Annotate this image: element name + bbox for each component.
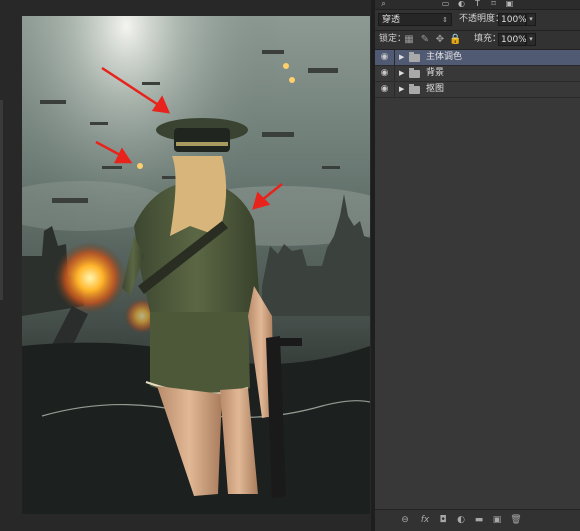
expand-triangle-icon[interactable]: ▶ bbox=[399, 50, 404, 65]
blend-mode-select[interactable]: 穿透 ⇕ bbox=[378, 13, 452, 26]
group-icon[interactable]: ▬ bbox=[473, 515, 485, 526]
type-filter-icon[interactable]: T bbox=[473, 0, 482, 8]
shape-filter-icon[interactable]: ⌑ bbox=[489, 0, 498, 8]
fill-label: 填充： bbox=[474, 34, 502, 44]
blend-opacity-row: 穿透 ⇕ 不透明度： 100% ▾ bbox=[375, 10, 580, 31]
document-canvas-area bbox=[0, 0, 371, 531]
smart-filter-icon[interactable]: ▣ bbox=[505, 0, 514, 8]
layer-row-group[interactable]: ◉ ▶ 抠图 bbox=[375, 82, 580, 98]
canvas-edge bbox=[0, 100, 3, 300]
panel-top-toolbar: ⌕ ▭ ◐ T ⌑ ▣ bbox=[375, 0, 580, 10]
layer-row-group[interactable]: ◉ ▶ 主体调色 bbox=[375, 50, 580, 66]
fx-icon[interactable]: fx bbox=[419, 515, 431, 526]
mask-icon[interactable]: ◘ bbox=[437, 515, 449, 526]
fill-input[interactable]: 100% bbox=[498, 33, 527, 46]
lock-position-icon[interactable]: ✥ bbox=[434, 34, 446, 46]
blend-mode-value: 穿透 bbox=[382, 15, 401, 25]
filter-kind-icon[interactable]: ⌕ bbox=[379, 0, 388, 8]
artwork-image[interactable] bbox=[22, 16, 370, 514]
opacity-dropdown-icon[interactable]: ▾ bbox=[526, 13, 536, 26]
layers-list: ◉ ▶ 主体调色 ◉ ▶ 背景 ◉ ▶ 抠图 bbox=[375, 50, 580, 510]
pixel-filter-icon[interactable]: ▭ bbox=[441, 0, 450, 8]
lock-all-icon[interactable]: 🔒 bbox=[449, 34, 461, 46]
lock-label: 锁定： bbox=[379, 34, 407, 44]
eye-icon[interactable]: ◉ bbox=[375, 50, 395, 65]
expand-triangle-icon[interactable]: ▶ bbox=[399, 82, 404, 97]
lock-fill-row: 锁定： ▦ ✎ ✥ 🔒 填充： 100% ▾ bbox=[375, 31, 580, 50]
layer-row-group[interactable]: ◉ ▶ 背景 bbox=[375, 66, 580, 82]
expand-triangle-icon[interactable]: ▶ bbox=[399, 66, 404, 81]
chevron-down-icon: ⇕ bbox=[442, 16, 448, 24]
adjustment-icon[interactable]: ◐ bbox=[455, 515, 467, 526]
folder-icon bbox=[409, 68, 420, 78]
layers-bottom-toolbar: ⊖ fx ◘ ◐ ▬ ▣ 🗑 bbox=[375, 509, 580, 531]
layers-panel: ⌕ ▭ ◐ T ⌑ ▣ 穿透 ⇕ 不透明度： 100% ▾ 锁定： ▦ ✎ ✥ … bbox=[375, 0, 580, 531]
link-icon[interactable]: ⊖ bbox=[399, 515, 411, 526]
eye-icon[interactable]: ◉ bbox=[375, 66, 395, 81]
folder-icon bbox=[409, 52, 420, 62]
folder-icon bbox=[409, 84, 420, 94]
artwork-illustration bbox=[22, 16, 370, 514]
lock-transparency-icon[interactable]: ▦ bbox=[403, 34, 415, 46]
layer-name: 抠图 bbox=[426, 84, 445, 94]
new-layer-icon[interactable]: ▣ bbox=[491, 515, 503, 526]
trash-icon[interactable]: 🗑 bbox=[510, 515, 522, 526]
layer-name: 主体调色 bbox=[426, 52, 463, 62]
opacity-input[interactable]: 100% bbox=[498, 13, 527, 26]
layer-name: 背景 bbox=[426, 68, 445, 78]
eye-icon[interactable]: ◉ bbox=[375, 82, 395, 97]
adjustment-filter-icon[interactable]: ◐ bbox=[457, 0, 466, 8]
fill-dropdown-icon[interactable]: ▾ bbox=[526, 33, 536, 46]
lock-pixels-icon[interactable]: ✎ bbox=[419, 34, 431, 46]
